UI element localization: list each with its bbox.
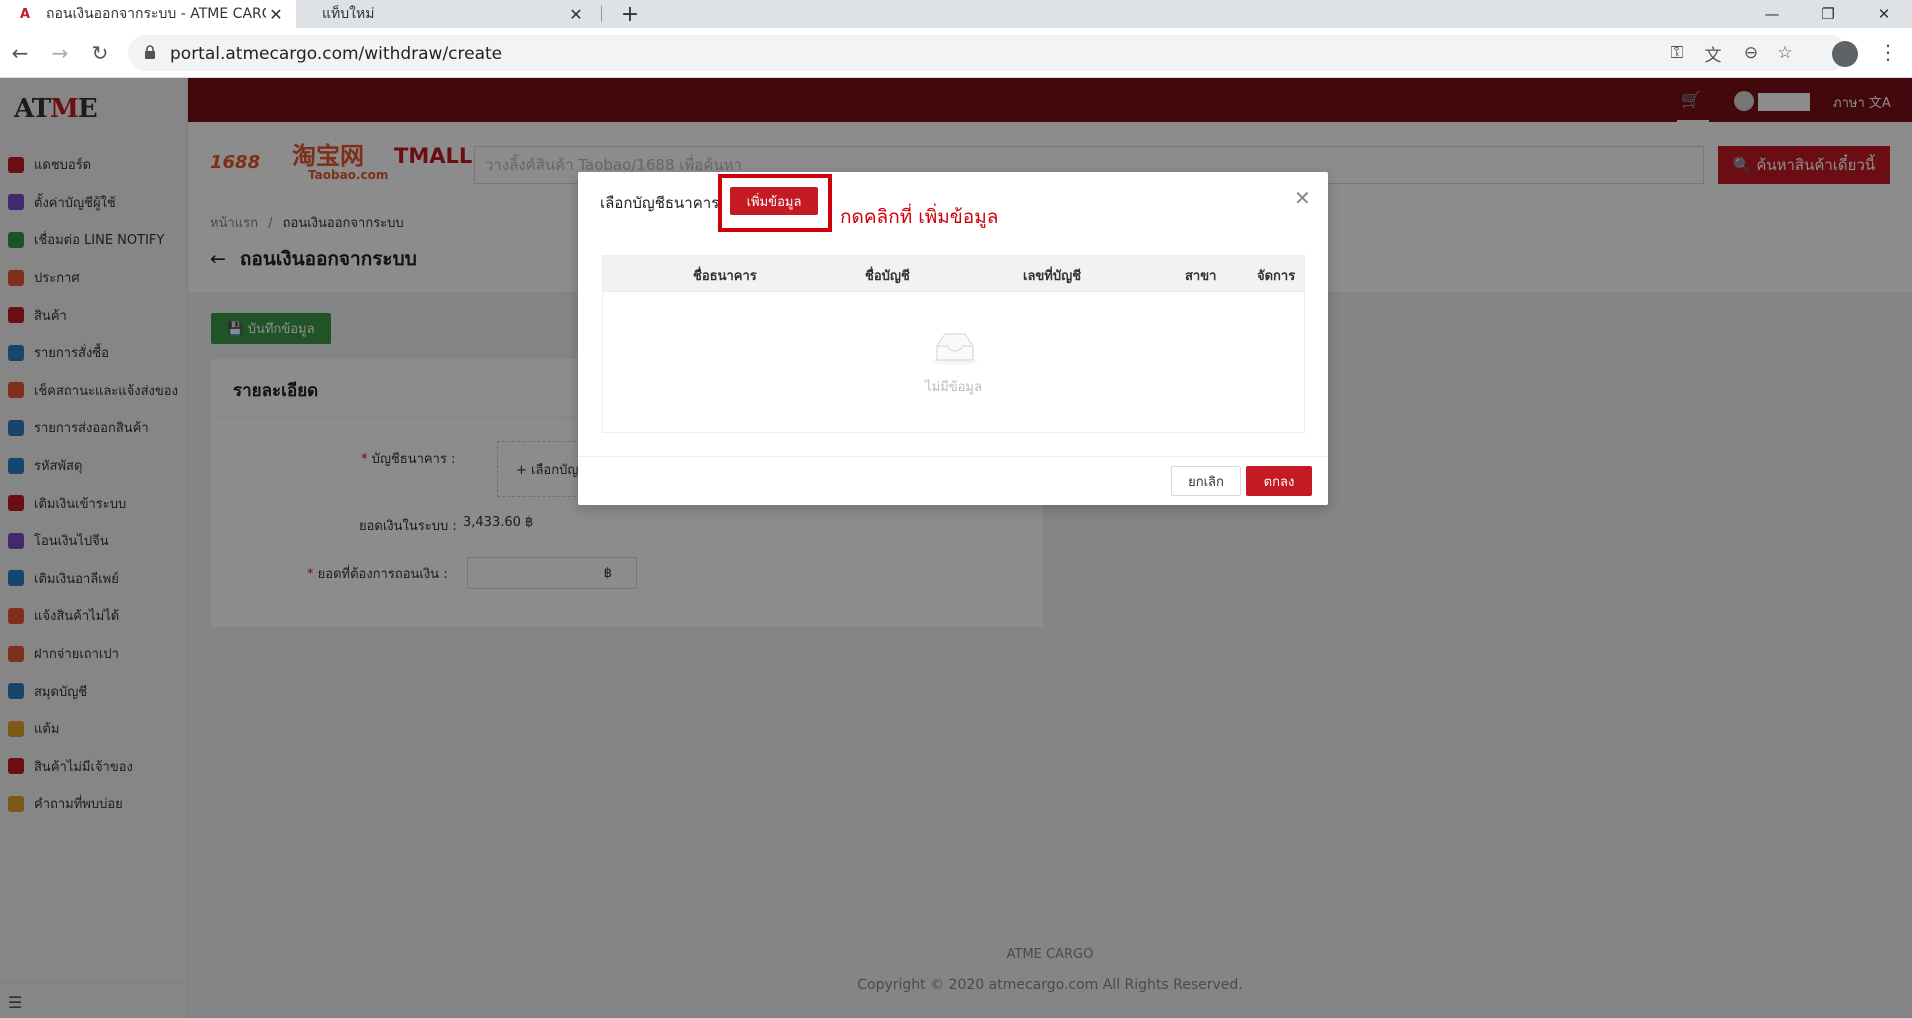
browser-tab-new[interactable]: แท็บใหม่ ✕: [298, 0, 596, 28]
bank-accounts-table: ชื่อธนาคาร ชื่อบัญชี เลขที่บัญชี สาขา จั…: [602, 255, 1305, 433]
col-branch: สาขา: [1185, 269, 1217, 284]
tab-close-icon[interactable]: ✕: [266, 5, 286, 24]
ok-button[interactable]: ตกลง: [1246, 466, 1312, 496]
browser-tab-active[interactable]: A ถอนเงินออกจากระบบ - ATME CARGO ✕: [0, 0, 296, 28]
new-tab-button[interactable]: +: [612, 0, 648, 28]
minimize-button[interactable]: —: [1744, 0, 1800, 28]
empty-text: ไม่มีข้อมูล: [925, 380, 982, 395]
close-icon[interactable]: ✕: [1294, 186, 1311, 210]
window-close-button[interactable]: ✕: [1856, 0, 1912, 28]
empty-inbox-icon: [933, 333, 977, 365]
zoom-icon[interactable]: ⊖: [1740, 43, 1762, 63]
col-manage: จัดการ: [1257, 269, 1296, 284]
translate-icon[interactable]: 文: [1702, 43, 1724, 66]
reload-icon[interactable]: ↻: [88, 41, 112, 65]
browser-toolbar: ← → ↻ portal.atmecargo.com/withdraw/crea…: [0, 28, 1912, 78]
col-bank-name: ชื่อธนาคาร: [693, 269, 757, 284]
profile-avatar-icon[interactable]: [1832, 41, 1858, 67]
tutorial-annotation: กดคลิกที่ เพิ่มข้อมูล: [840, 206, 999, 228]
table-header: ชื่อธนาคาร ชื่อบัญชี เลขที่บัญชี สาขา จั…: [603, 256, 1304, 292]
modal-title: เลือกบัญชีธนาคาร: [600, 194, 720, 212]
tab-close-icon[interactable]: ✕: [566, 5, 586, 24]
select-bank-modal: เลือกบัญชีธนาคาร เพิ่มข้อมูล กดคลิกที่ เ…: [578, 172, 1328, 505]
restore-button[interactable]: ❐: [1800, 0, 1856, 28]
divider: [578, 456, 1328, 457]
address-bar[interactable]: portal.atmecargo.com/withdraw/create ⚿ 文…: [128, 35, 1848, 71]
forward-arrow-icon[interactable]: →: [48, 41, 72, 65]
url-text: portal.atmecargo.com/withdraw/create: [170, 44, 503, 64]
lock-icon: [145, 45, 155, 59]
tutorial-highlight-box: [718, 174, 832, 232]
browser-tabstrip: A ถอนเงินออกจากระบบ - ATME CARGO ✕ แท็บใ…: [0, 0, 1912, 28]
col-account-name: ชื่อบัญชี: [865, 269, 910, 284]
tab-divider: [601, 6, 602, 22]
menu-kebab-icon[interactable]: ⋮: [1878, 40, 1898, 64]
site-favicon-icon: A: [20, 6, 31, 22]
col-account-number: เลขที่บัญชี: [1023, 269, 1082, 284]
cancel-button[interactable]: ยกเลิก: [1171, 466, 1241, 496]
star-icon[interactable]: ☆: [1774, 43, 1796, 63]
key-icon[interactable]: ⚿: [1666, 43, 1688, 63]
tab-title: แท็บใหม่: [322, 6, 375, 22]
tab-title: ถอนเงินออกจากระบบ - ATME CARGO: [46, 6, 266, 22]
back-arrow-icon[interactable]: ←: [8, 41, 32, 65]
